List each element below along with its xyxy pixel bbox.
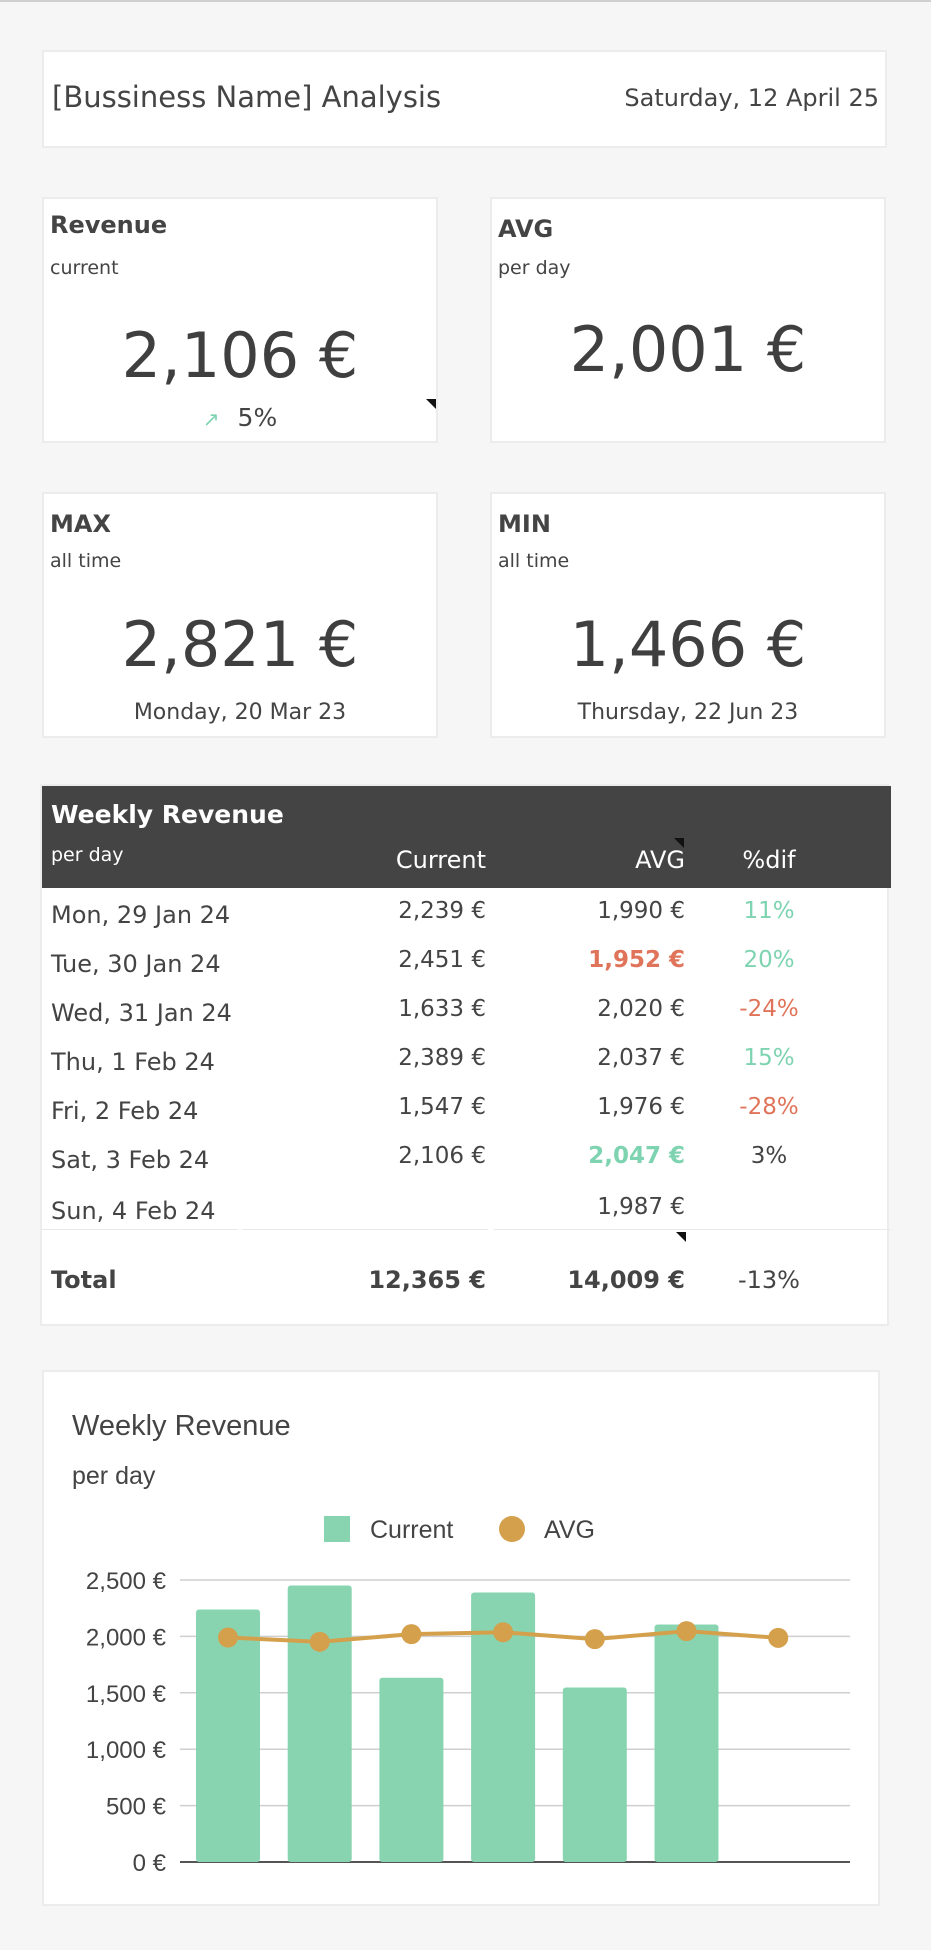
revenue-value: 2,106 €: [121, 319, 359, 392]
row-dif: -28%: [739, 1094, 799, 1120]
y-tick-label: 2,500 €: [86, 1568, 167, 1595]
trend-up-icon: ↗: [202, 407, 220, 431]
row-date: Tue, 30 Jan 24: [51, 950, 221, 978]
avg-value: 2,001 €: [569, 313, 807, 386]
weekly-revenue-chart-card: Weekly Revenue per day 0 €500 €1,000 €1,…: [42, 1370, 880, 1906]
row-dif: 15%: [743, 1045, 795, 1071]
min-title: MIN: [498, 510, 551, 538]
chart-bar: [562, 1687, 627, 1862]
y-tick-label: 2,000 €: [86, 1624, 167, 1651]
table-row: Tue, 30 Jan 24 2,451 € 1,952 € 20%: [42, 937, 891, 986]
revenue-title: Revenue: [50, 211, 168, 239]
total-avg: 14,009 €: [567, 1266, 685, 1294]
legend-swatch-current: [324, 1516, 350, 1542]
revenue-card: Revenue current 2,106 € ↗ 5%: [42, 197, 438, 443]
row-dif: -24%: [739, 996, 799, 1022]
row-date: Sun, 4 Feb 24: [51, 1197, 216, 1225]
avg-point: [768, 1627, 789, 1648]
revenue-trend-value: 5%: [237, 403, 278, 432]
table-subtitle: per day: [51, 844, 124, 866]
avg-point: [218, 1627, 238, 1648]
avg-point: [493, 1622, 514, 1643]
avg-card: AVG per day 2,001 €: [490, 197, 886, 443]
total-label: Total: [51, 1266, 117, 1294]
row-date: Fri, 2 Feb 24: [51, 1097, 199, 1125]
avg-point: [584, 1629, 605, 1650]
max-card: MAX all time 2,821 € Monday, 20 Mar 23: [42, 492, 438, 738]
y-tick-label: 1,500 €: [86, 1681, 167, 1708]
comment-indicator-icon: [674, 838, 684, 848]
column-header-current[interactable]: Current: [396, 846, 486, 874]
row-date: Wed, 31 Jan 24: [51, 999, 232, 1027]
row-avg: 2,020 €: [597, 996, 685, 1022]
total-current: 12,365 €: [368, 1266, 486, 1294]
avg-title: AVG: [498, 215, 554, 243]
chart-bar: [379, 1677, 444, 1862]
y-tick-label: 0 €: [133, 1850, 167, 1877]
revenue-subtitle: current: [50, 257, 119, 279]
max-subtitle: all time: [50, 550, 122, 572]
max-title: MAX: [50, 510, 111, 538]
row-current: 2,389 €: [398, 1045, 486, 1071]
row-dif: 3%: [750, 1143, 788, 1169]
min-date: Thursday, 22 Jun 23: [577, 700, 799, 725]
y-tick-label: 500 €: [106, 1794, 167, 1821]
row-avg: 1,987 €: [597, 1194, 685, 1220]
comment-indicator-icon: [426, 399, 436, 409]
min-card: MIN all time 1,466 € Thursday, 22 Jun 23: [490, 492, 886, 738]
row-avg: 1,952 €: [588, 947, 685, 973]
table-header: Weekly Revenue per day Current AVG %dif: [42, 786, 891, 888]
max-date: Monday, 20 Mar 23: [133, 700, 347, 725]
row-dif: 20%: [743, 947, 795, 973]
chart-bar: [287, 1585, 352, 1862]
table-title: Weekly Revenue: [51, 800, 284, 829]
table-row: Thu, 1 Feb 24 2,389 € 2,037 € 15%: [42, 1035, 891, 1084]
header-card: [Bussiness Name] Analysis Saturday, 12 A…: [42, 50, 887, 148]
avg-subtitle: per day: [498, 257, 571, 279]
page-title: [Bussiness Name] Analysis: [52, 80, 442, 114]
row-current: 2,239 €: [398, 898, 486, 924]
row-avg: 2,037 €: [597, 1045, 685, 1071]
table-row: Sun, 4 Feb 24 1,987 €: [42, 1184, 891, 1233]
max-value: 2,821 €: [121, 608, 359, 681]
avg-point: [401, 1624, 422, 1645]
column-header-avg[interactable]: AVG: [635, 846, 685, 874]
chart-bar: [654, 1624, 719, 1862]
row-divider: [42, 1229, 238, 1230]
row-current: 1,633 €: [398, 996, 486, 1022]
row-dif: 11%: [743, 898, 795, 924]
y-tick-label: 1,000 €: [86, 1737, 167, 1764]
row-date: Mon, 29 Jan 24: [51, 901, 231, 929]
total-dif: -13%: [737, 1266, 800, 1294]
row-date: Sat, 3 Feb 24: [51, 1146, 210, 1174]
table-row: Wed, 31 Jan 24 1,633 € 2,020 € -24%: [42, 986, 891, 1035]
table-row: Sat, 3 Feb 24 2,106 € 2,047 € 3%: [42, 1133, 891, 1182]
column-header-dif[interactable]: %dif: [719, 846, 819, 874]
row-avg: 1,990 €: [597, 898, 685, 924]
row-divider: [242, 1229, 488, 1230]
comment-indicator-icon: [676, 1232, 686, 1242]
row-date: Thu, 1 Feb 24: [51, 1048, 215, 1076]
row-current: 2,451 €: [398, 947, 486, 973]
avg-point: [309, 1631, 330, 1652]
weekly-revenue-table: Weekly Revenue per day Current AVG %dif …: [40, 784, 891, 1326]
min-subtitle: all time: [498, 550, 570, 572]
table-row: Mon, 29 Jan 24 2,239 € 1,990 € 11%: [42, 888, 891, 937]
page-date: Saturday, 12 April 25: [624, 84, 879, 112]
legend-label-current: Current: [370, 1516, 453, 1544]
legend-swatch-avg: [499, 1516, 525, 1542]
row-avg: 2,047 €: [588, 1143, 685, 1169]
legend-label-avg: AVG: [544, 1516, 595, 1544]
row-current: 1,547 €: [398, 1094, 486, 1120]
min-value: 1,466 €: [569, 608, 807, 681]
row-avg: 1,976 €: [597, 1094, 685, 1120]
row-divider: [494, 1229, 891, 1230]
revenue-trend: ↗ 5%: [44, 403, 436, 432]
avg-point: [676, 1621, 697, 1642]
table-row: Fri, 2 Feb 24 1,547 € 1,976 € -28%: [42, 1084, 891, 1133]
weekly-revenue-chart: 0 € 500 € 1,000 € 1,500 € 2,000 € 2,500 € Curr…: [86, 1516, 850, 1877]
row-current: 2,106 €: [398, 1143, 486, 1169]
